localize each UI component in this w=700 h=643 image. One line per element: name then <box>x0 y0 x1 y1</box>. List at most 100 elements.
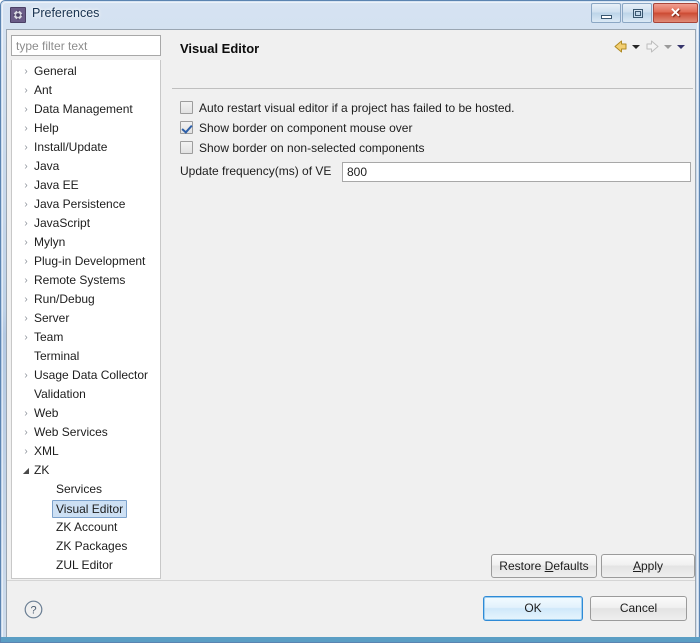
apply-label-post: pply <box>641 559 664 573</box>
update-frequency-input[interactable] <box>342 162 691 182</box>
tree-item-services[interactable]: Services <box>12 480 160 499</box>
expand-chevron-right-icon[interactable]: › <box>20 252 32 271</box>
minimize-button[interactable] <box>591 3 621 23</box>
tree-item-label: Web <box>34 406 59 420</box>
tree-item-xml[interactable]: › XML <box>12 442 160 461</box>
expand-chevron-right-icon[interactable]: › <box>20 119 32 138</box>
tree-item-run-debug[interactable]: › Run/Debug <box>12 290 160 309</box>
tree-item-general[interactable]: › General <box>12 62 160 81</box>
tree-item-zk-account[interactable]: ZK Account <box>12 518 160 537</box>
tree-item-label: Data Management <box>34 102 133 116</box>
close-icon: ✕ <box>670 5 681 20</box>
tree-item-javascript[interactable]: › JavaScript <box>12 214 160 233</box>
filter-input[interactable] <box>11 35 161 56</box>
tree-item-label: ZK <box>34 463 50 477</box>
expand-chevron-right-icon[interactable]: › <box>20 309 32 328</box>
expand-chevron-right-icon[interactable]: › <box>20 328 32 347</box>
expand-chevron-right-icon[interactable]: › <box>20 176 32 195</box>
expand-chevron-right-icon[interactable]: › <box>20 62 32 81</box>
tree-item-zul-editor[interactable]: ZUL Editor <box>12 556 160 575</box>
tree-item-server[interactable]: › Server <box>12 309 160 328</box>
update-frequency-label: Update frequency(ms) of VE <box>180 164 332 178</box>
tree-item-install-update[interactable]: › Install/Update <box>12 138 160 157</box>
tree-item-label: Run/Debug <box>34 292 95 306</box>
minimize-icon <box>601 15 612 19</box>
tree-item-label: XML <box>34 444 59 458</box>
cancel-button[interactable]: Cancel <box>590 596 687 621</box>
tree-item-label: Team <box>34 330 64 344</box>
collapse-triangle-icon[interactable]: ◢ <box>20 461 32 480</box>
page-menu-chevron-down-icon[interactable] <box>676 38 687 55</box>
expand-chevron-right-icon[interactable]: › <box>20 138 32 157</box>
checkbox-0-unchecked[interactable] <box>180 101 193 114</box>
tree-item-label: JavaScript <box>34 216 91 230</box>
ok-button[interactable]: OK <box>483 596 583 621</box>
tree-item-team[interactable]: › Team <box>12 328 160 347</box>
checkbox-label: Show border on component mouse over <box>199 121 413 135</box>
expand-chevron-right-icon[interactable]: › <box>20 233 32 252</box>
back-history-chevron-down-icon[interactable] <box>631 38 642 55</box>
gear-icon <box>10 7 26 23</box>
expand-chevron-right-icon[interactable]: › <box>20 100 32 119</box>
tree-item-help[interactable]: › Help <box>12 119 160 138</box>
expand-chevron-right-icon[interactable]: › <box>20 214 32 233</box>
tree-item-label: Validation <box>34 387 86 401</box>
maximize-button[interactable] <box>622 3 652 23</box>
expand-chevron-right-icon[interactable]: › <box>20 157 32 176</box>
expand-chevron-right-icon[interactable]: › <box>20 290 32 309</box>
checkbox-2-unchecked[interactable] <box>180 141 193 154</box>
restore-defaults-button[interactable]: Restore Defaults <box>491 554 597 578</box>
expand-chevron-right-icon[interactable]: › <box>20 423 32 442</box>
preferences-tree-pane: ›General›Ant›Data Management›Help›Instal… <box>7 30 165 580</box>
tree-item-label: ZUL Editor <box>56 558 113 572</box>
tree-item-data-management[interactable]: › Data Management <box>12 100 160 119</box>
expand-chevron-right-icon[interactable]: › <box>20 81 32 100</box>
tree-item-label: ZK Packages <box>56 539 128 553</box>
checkbox-1-checked[interactable] <box>180 121 193 134</box>
expand-chevron-right-icon[interactable]: › <box>20 195 32 214</box>
tree-item-plug-in-development[interactable]: › Plug-in Development <box>12 252 160 271</box>
expand-chevron-right-icon[interactable]: › <box>20 442 32 461</box>
back-arrow-icon[interactable] <box>612 38 629 55</box>
tree-item-web-services[interactable]: › Web Services <box>12 423 160 442</box>
tree-item-label: Visual Editor <box>52 500 128 518</box>
tree-item-ant[interactable]: › Ant <box>12 81 160 100</box>
tree-item-usage-data-collector[interactable]: › Usage Data Collector <box>12 366 160 385</box>
tree-item-terminal[interactable]: Terminal <box>12 347 160 366</box>
window-bottom-bar <box>1 637 700 642</box>
help-question-icon[interactable]: ? <box>24 600 43 619</box>
restore-defaults-label-post: efaults <box>553 559 589 573</box>
tree-item-label: Remote Systems <box>34 273 126 287</box>
tree-item-zk[interactable]: ◢ ZK <box>12 461 160 480</box>
expand-chevron-right-icon[interactable]: › <box>20 271 32 290</box>
tree-item-java[interactable]: › Java <box>12 157 160 176</box>
tree-item-web[interactable]: › Web <box>12 404 160 423</box>
tree-item-label: Java Persistence <box>34 197 126 211</box>
tree-item-visual-editor[interactable]: Visual Editor <box>12 499 160 518</box>
tree-item-remote-systems[interactable]: › Remote Systems <box>12 271 160 290</box>
title-bar[interactable]: Preferences ✕ <box>1 1 700 29</box>
tree-item-label: Server <box>34 311 70 325</box>
preferences-tree[interactable]: › General › Ant › Data Management › Help › Instal… <box>11 60 161 579</box>
tree-item-mylyn[interactable]: › Mylyn <box>12 233 160 252</box>
window-title: Preferences <box>32 6 100 20</box>
visual-editor-page: Visual Editor Auto restart visual editor… <box>170 30 695 580</box>
tree-item-label: Java EE <box>34 178 79 192</box>
page-title: Visual Editor <box>180 41 260 56</box>
tree-item-validation[interactable]: Validation <box>12 385 160 404</box>
expand-chevron-right-icon[interactable]: › <box>20 366 32 385</box>
page-nav-buttons <box>612 38 687 55</box>
tree-item-zk-packages[interactable]: ZK Packages <box>12 537 160 556</box>
dialog-footer: ? OK Cancel <box>7 580 695 639</box>
close-button[interactable]: ✕ <box>653 3 698 23</box>
apply-button[interactable]: Apply <box>601 554 695 578</box>
expand-chevron-right-icon[interactable]: › <box>20 404 32 423</box>
tree-item-java-persistence[interactable]: › Java Persistence <box>12 195 160 214</box>
tree-item-label: Usage Data Collector <box>34 368 149 382</box>
dialog-client-area: ›General›Ant›Data Management›Help›Instal… <box>6 29 696 639</box>
checkbox-label: Auto restart visual editor if a project … <box>199 101 515 115</box>
tree-item-java-ee[interactable]: › Java EE <box>12 176 160 195</box>
restore-defaults-label-pre: Restore <box>499 559 545 573</box>
tree-item-label: Mylyn <box>34 235 66 249</box>
tree-item-label: Plug-in Development <box>34 254 146 268</box>
